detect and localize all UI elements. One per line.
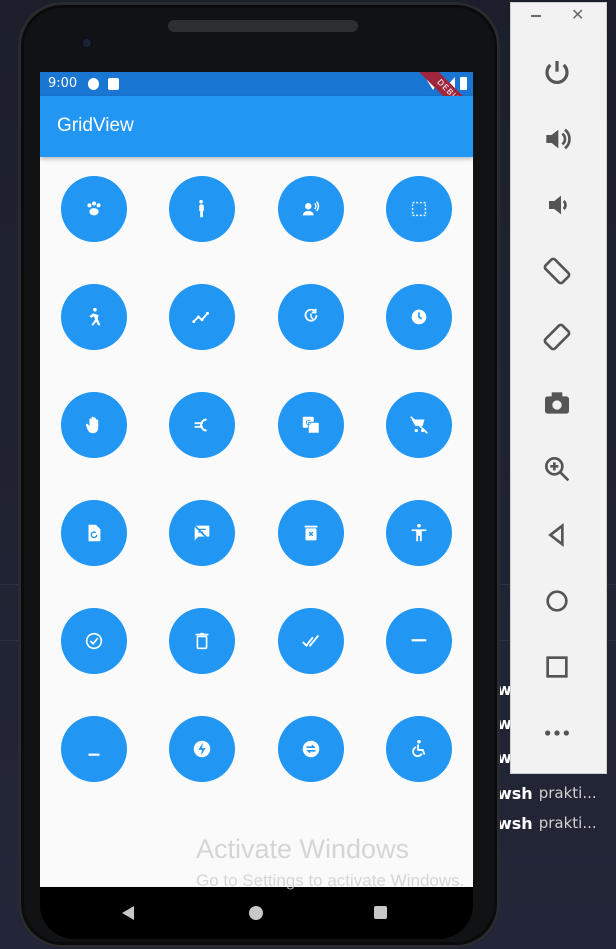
grid-item[interactable] [278, 284, 344, 350]
nav-home-button[interactable] [249, 906, 263, 920]
terminal-row[interactable]: wsh prakti... [497, 778, 616, 808]
back-icon [548, 522, 564, 548]
done-all-icon [302, 634, 320, 647]
restore-page-icon [88, 524, 101, 542]
home-icon [546, 590, 568, 612]
check-circle-icon [85, 632, 103, 650]
volume-down-icon [549, 195, 567, 215]
grid-item[interactable] [386, 392, 452, 458]
rotate-left-button[interactable] [539, 253, 575, 289]
overview-button[interactable] [539, 649, 575, 685]
grid-item[interactable] [169, 392, 235, 458]
volume-up-icon [546, 128, 571, 150]
grid-item[interactable] [386, 284, 452, 350]
swap-horizontal-icon [302, 740, 320, 758]
nav-back-button[interactable] [122, 906, 134, 920]
terminal-row[interactable]: wsh prakti... [497, 808, 616, 838]
page-title: GridView [57, 115, 134, 136]
pan-tool-icon [85, 416, 99, 434]
remove-shopping-cart-icon [410, 416, 428, 434]
zoom-in-icon [545, 457, 570, 482]
power-icon [545, 61, 569, 84]
grid-item[interactable] [386, 716, 452, 782]
update-icon [304, 308, 318, 322]
more-button[interactable] [539, 715, 575, 751]
grid-item[interactable] [278, 608, 344, 674]
sd-card-icon [108, 78, 119, 90]
volume-up-button[interactable] [539, 121, 575, 157]
grid-item[interactable] [278, 176, 344, 242]
app-bar: GridView [40, 96, 473, 157]
minimize-icon [88, 753, 100, 756]
grid-item[interactable] [169, 500, 235, 566]
accessible-icon [412, 739, 426, 758]
remove-icon [411, 639, 427, 642]
activation-watermark: Activate Windows Go to Settings to activ… [196, 834, 465, 890]
delete-icon [195, 632, 209, 650]
more-icon [545, 730, 569, 736]
status-bar: 9:00 DEBUG [40, 72, 473, 130]
directions-run-icon [89, 307, 101, 326]
timeline-icon [192, 311, 209, 324]
grid-item[interactable] [169, 608, 235, 674]
grid-item[interactable] [61, 176, 127, 242]
zoom-in-button[interactable] [539, 451, 575, 487]
rotate-left-icon [543, 257, 571, 285]
delete-forever-icon [304, 525, 318, 541]
volume-down-button[interactable] [539, 187, 575, 223]
pets-icon [87, 201, 101, 216]
euro-icon [194, 418, 207, 432]
nav-recents-button[interactable] [374, 906, 387, 919]
app-screen: 9:00 DEBUG GridView G [40, 72, 473, 887]
close-window-button[interactable]: ✕ [571, 5, 584, 24]
grid-item[interactable] [169, 284, 235, 350]
grid-item[interactable] [61, 500, 127, 566]
grid-item[interactable] [61, 608, 127, 674]
minimize-window-button[interactable] [531, 15, 541, 17]
power-button[interactable] [539, 55, 575, 91]
back-button[interactable] [539, 517, 575, 553]
speaker-grille [168, 20, 358, 32]
overview-icon [546, 656, 568, 678]
home-button[interactable] [539, 583, 575, 619]
svg-text:G: G [306, 418, 312, 427]
pregnant-woman-icon [199, 199, 204, 218]
rotate-right-button[interactable] [539, 319, 575, 355]
status-time: 9:00 [48, 76, 78, 91]
grid-item[interactable] [278, 500, 344, 566]
schedule-icon [411, 309, 427, 325]
grid-item[interactable] [169, 176, 235, 242]
notification-icon [88, 78, 99, 90]
accessibility-icon [411, 523, 427, 542]
grid-item[interactable] [61, 392, 127, 458]
grid-item[interactable] [386, 176, 452, 242]
grid-item[interactable] [386, 500, 452, 566]
grid-item[interactable] [61, 284, 127, 350]
grid-item[interactable] [386, 608, 452, 674]
system-navbar [40, 887, 473, 939]
grid-item[interactable] [278, 716, 344, 782]
record-voice-icon [302, 201, 320, 216]
camera-button[interactable] [539, 385, 575, 421]
g-translate-icon: G [302, 416, 320, 434]
offline-bolt-icon [193, 740, 211, 758]
speaker-notes-off-icon [193, 524, 211, 542]
crop-free-icon [411, 201, 427, 217]
grid-item[interactable]: G [278, 392, 344, 458]
grid-item[interactable] [61, 716, 127, 782]
emulator-toolbar: ✕ [510, 2, 607, 774]
battery-icon [460, 77, 467, 90]
grid-item[interactable] [169, 716, 235, 782]
rotate-right-icon [543, 323, 571, 351]
camera-icon [545, 392, 569, 414]
front-camera [80, 36, 94, 50]
